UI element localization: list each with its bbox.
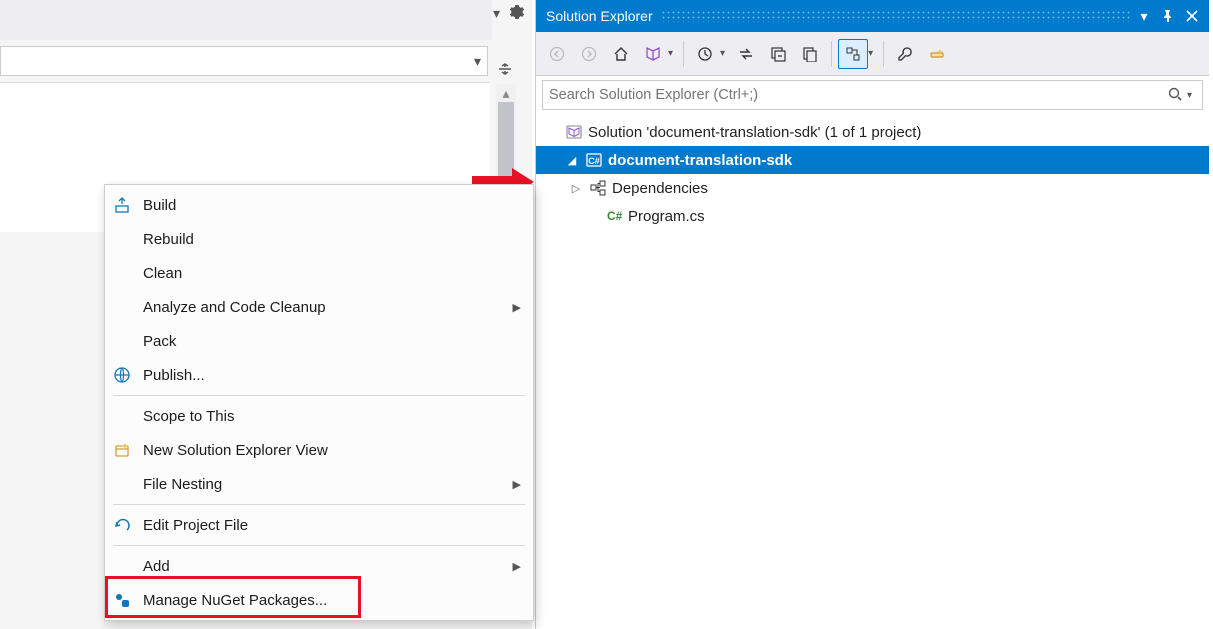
menu-label: Scope to This [139, 408, 521, 425]
dropdown-caret-icon[interactable]: ▾ [1187, 90, 1192, 101]
dropdown-caret-icon[interactable]: ▾ [493, 5, 500, 22]
panel-toolbar: ▾ ▾ ▾ [536, 32, 1209, 76]
submenu-arrow-icon: ▶ [513, 560, 521, 573]
empty-icon [105, 399, 139, 433]
menu-manage-nuget[interactable]: Manage NuGet Packages... [105, 583, 533, 617]
menu-build[interactable]: Build [105, 188, 533, 222]
dropdown-caret-icon[interactable]: ▾ [668, 48, 673, 59]
menu-label: Build [139, 197, 521, 214]
menu-analyze[interactable]: Analyze and Code Cleanup ▶ [105, 290, 533, 324]
switch-views-button[interactable] [638, 39, 668, 69]
split-icon[interactable] [496, 60, 514, 78]
tree-label: Program.cs [628, 208, 705, 225]
tree-dependencies-node[interactable]: ▷ Dependencies [536, 174, 1209, 202]
menu-label: New Solution Explorer View [139, 442, 521, 459]
panel-dropdown-button[interactable]: ▾ [1133, 5, 1155, 27]
show-all-files-button[interactable] [795, 39, 825, 69]
menu-label: Edit Project File [139, 517, 521, 534]
csharp-project-icon: C# [584, 150, 604, 170]
chevron-down-icon: ▾ [474, 53, 481, 70]
back-button [542, 39, 572, 69]
close-icon[interactable] [1181, 5, 1203, 27]
empty-icon [105, 290, 139, 324]
globe-icon [105, 358, 139, 392]
nuget-icon [105, 583, 139, 617]
menu-label: Rebuild [139, 231, 521, 248]
search-icon[interactable] [1167, 86, 1183, 105]
menu-label: Clean [139, 265, 521, 282]
dropdown-caret-icon[interactable]: ▾ [868, 48, 873, 59]
menu-add[interactable]: Add ▶ [105, 549, 533, 583]
menu-separator [113, 395, 525, 396]
pin-icon[interactable] [1157, 5, 1179, 27]
toolbar-separator [683, 41, 684, 67]
solution-tree: Solution 'document-translation-sdk' (1 o… [536, 114, 1209, 629]
tree-label: Dependencies [612, 180, 708, 197]
menu-new-view[interactable]: New Solution Explorer View [105, 433, 533, 467]
empty-icon [105, 256, 139, 290]
menu-separator [113, 504, 525, 505]
menu-scope[interactable]: Scope to This [105, 399, 533, 433]
menu-label: Add [139, 558, 507, 575]
toolbar-separator [883, 41, 884, 67]
editor-dropdown[interactable]: ▾ [0, 46, 488, 76]
menu-edit-project[interactable]: Edit Project File [105, 508, 533, 542]
preview-button[interactable] [922, 39, 952, 69]
toolbar-separator [831, 41, 832, 67]
sync-button[interactable] [731, 39, 761, 69]
submenu-arrow-icon: ▶ [513, 301, 521, 314]
search-input[interactable] [549, 87, 1167, 103]
track-active-item-button[interactable] [838, 39, 868, 69]
menu-clean[interactable]: Clean [105, 256, 533, 290]
svg-text:C#: C# [607, 209, 623, 223]
tree-solution-node[interactable]: Solution 'document-translation-sdk' (1 o… [536, 118, 1209, 146]
tree-file-node[interactable]: C# Program.cs [536, 202, 1209, 230]
build-icon [105, 188, 139, 222]
tree-label: Solution 'document-translation-sdk' (1 o… [588, 124, 921, 141]
menu-label: Manage NuGet Packages... [139, 592, 521, 609]
titlebar-grip[interactable] [661, 10, 1131, 22]
menu-label: Pack [139, 333, 521, 350]
panel-title: Solution Explorer [546, 8, 653, 24]
svg-text:C#: C# [588, 156, 600, 166]
home-button[interactable] [606, 39, 636, 69]
menu-pack[interactable]: Pack [105, 324, 533, 358]
menu-file-nesting[interactable]: File Nesting ▶ [105, 467, 533, 501]
menu-label: Publish... [139, 367, 521, 384]
scroll-up-icon[interactable]: ▴ [496, 84, 516, 102]
menu-label: File Nesting [139, 476, 507, 493]
pending-changes-button[interactable] [690, 39, 720, 69]
dependencies-icon [588, 178, 608, 198]
csharp-file-icon: C# [604, 206, 624, 226]
empty-icon [105, 549, 139, 583]
submenu-arrow-icon: ▶ [513, 478, 521, 491]
expand-arrow-icon[interactable]: ◢ [564, 154, 580, 167]
edit-icon [105, 508, 139, 542]
empty-icon [105, 467, 139, 501]
tree-project-node[interactable]: ◢ C# document-translation-sdk [536, 146, 1209, 174]
panel-titlebar: Solution Explorer ▾ [536, 0, 1209, 32]
solution-explorer-panel: Solution Explorer ▾ ▾ ▾ [535, 0, 1209, 629]
solution-icon [564, 122, 584, 142]
expand-arrow-icon[interactable]: ▷ [568, 182, 584, 195]
forward-button [574, 39, 604, 69]
menu-rebuild[interactable]: Rebuild [105, 222, 533, 256]
menu-publish[interactable]: Publish... [105, 358, 533, 392]
dropdown-caret-icon[interactable]: ▾ [720, 48, 725, 59]
empty-icon [105, 222, 139, 256]
empty-icon [105, 324, 139, 358]
context-menu: Build Rebuild Clean Analyze and Code Cle… [104, 184, 534, 621]
editor-topbar [0, 0, 492, 40]
tree-label: document-translation-sdk [608, 152, 792, 169]
menu-label: Analyze and Code Cleanup [139, 299, 507, 316]
collapse-all-button[interactable] [763, 39, 793, 69]
menu-separator [113, 545, 525, 546]
new-view-icon [105, 433, 139, 467]
search-box[interactable]: ▾ [542, 80, 1203, 110]
properties-button[interactable] [890, 39, 920, 69]
gear-icon[interactable] [508, 4, 524, 23]
